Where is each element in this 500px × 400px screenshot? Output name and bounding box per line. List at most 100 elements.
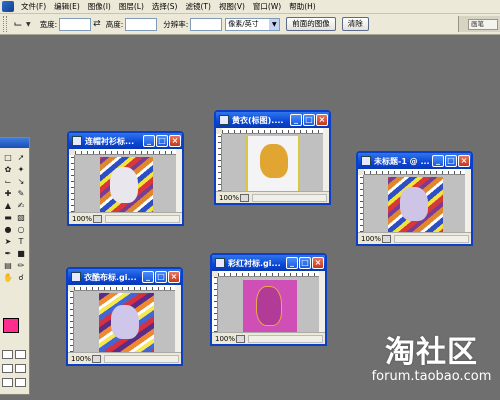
maximize-button[interactable]: □ — [299, 257, 311, 269]
move-icon[interactable]: ➚ — [15, 152, 27, 163]
horizontal-scrollbar[interactable] — [104, 354, 179, 363]
jump-to-imageready-icon[interactable] — [2, 378, 13, 387]
tool-preset-dropdown-icon[interactable]: ▼ — [26, 21, 31, 28]
horizontal-scrollbar[interactable] — [105, 214, 180, 223]
vertical-scrollbar[interactable] — [176, 149, 182, 212]
document-canvas[interactable] — [74, 291, 175, 355]
notes-icon[interactable]: ▤ — [2, 260, 14, 271]
standard-mode-icon[interactable] — [2, 350, 13, 359]
document-canvas[interactable] — [222, 134, 323, 193]
menu-help[interactable]: 帮助(H) — [285, 1, 320, 12]
resolution-unit-select[interactable]: 像素/英寸 ▼ — [225, 17, 281, 31]
document-canvas[interactable] — [218, 277, 319, 335]
zoom-level[interactable]: 100% — [69, 215, 93, 223]
close-button[interactable]: × — [312, 257, 324, 269]
horizontal-scrollbar[interactable] — [394, 234, 469, 243]
lasso-icon[interactable]: ✿ — [2, 164, 14, 175]
minimize-button[interactable]: _ — [432, 155, 444, 167]
toolbox-header[interactable] — [0, 138, 29, 148]
status-menu-icon[interactable] — [93, 214, 102, 223]
close-button[interactable]: × — [168, 271, 180, 283]
maximize-button[interactable]: □ — [155, 271, 167, 283]
hand-icon[interactable]: ✋ — [2, 272, 14, 283]
slice-icon[interactable]: ↘ — [15, 176, 27, 187]
marquee-icon[interactable]: □ — [2, 152, 14, 163]
options-bar-grip[interactable] — [3, 16, 7, 32]
maximize-button[interactable]: □ — [303, 114, 315, 126]
resolution-input[interactable] — [190, 17, 223, 31]
minimize-button[interactable]: _ — [142, 271, 154, 283]
close-button[interactable]: × — [169, 135, 181, 147]
eyedropper-icon[interactable]: ✏ — [15, 260, 27, 271]
minimize-button[interactable]: _ — [286, 257, 298, 269]
document-window[interactable]: 未标题-1 @ ... _ □ × 100% — [356, 151, 473, 246]
document-canvas[interactable] — [364, 175, 465, 235]
dodge-icon[interactable]: ○ — [15, 224, 27, 235]
status-menu-icon[interactable] — [240, 193, 249, 202]
zoom-icon[interactable]: ☌ — [15, 272, 27, 283]
gradient-icon[interactable]: ▧ — [15, 212, 27, 223]
document-canvas[interactable] — [75, 155, 176, 217]
document-window[interactable]: 黄衣(标图).... _ □ × 100% — [214, 110, 331, 205]
close-button[interactable]: × — [458, 155, 470, 167]
close-button[interactable]: × — [316, 114, 328, 126]
document-window[interactable]: 彩红衬标.gi... _ □ × 100% — [210, 253, 327, 346]
photoshop-app-icon[interactable] — [2, 1, 14, 12]
clear-button[interactable]: 清除 — [341, 17, 369, 31]
menu-select[interactable]: 选择(S) — [148, 1, 182, 12]
menu-window[interactable]: 窗口(W) — [249, 1, 285, 12]
quick-mask-icon[interactable] — [15, 350, 26, 359]
document-titlebar[interactable]: 未标题-1 @ ... _ □ × — [358, 153, 471, 169]
horizontal-scrollbar[interactable] — [248, 334, 323, 343]
palette-tab-brushes[interactable]: 画笔 — [468, 19, 498, 30]
brush-icon[interactable]: ✎ — [15, 188, 27, 199]
path-select-icon[interactable]: ➤ — [2, 236, 14, 247]
document-window[interactable]: 连帽衬衫标... _ □ × 100% — [67, 131, 184, 226]
document-titlebar[interactable]: 衣酷布标.gi... _ □ × — [68, 269, 181, 285]
status-menu-icon[interactable] — [236, 334, 245, 343]
history-brush-icon[interactable]: ✍ — [15, 200, 27, 211]
menu-image[interactable]: 图像(I) — [84, 1, 115, 12]
eraser-icon[interactable]: ▬ — [2, 212, 14, 223]
magic-wand-icon[interactable]: ✦ — [15, 164, 27, 175]
zoom-level[interactable]: 100% — [358, 235, 382, 243]
height-input[interactable] — [125, 17, 158, 31]
minimize-button[interactable]: _ — [290, 114, 302, 126]
blur-icon[interactable]: ● — [2, 224, 14, 235]
menu-filter[interactable]: 滤镜(T) — [182, 1, 215, 12]
menu-view[interactable]: 视图(V) — [215, 1, 249, 12]
status-menu-icon[interactable] — [382, 234, 391, 243]
jump-extra-icon[interactable] — [15, 378, 26, 387]
screen-mode-full-icon[interactable] — [15, 364, 26, 373]
zoom-level[interactable]: 100% — [68, 355, 92, 363]
vertical-scrollbar[interactable] — [465, 169, 471, 232]
minimize-button[interactable]: _ — [143, 135, 155, 147]
healing-icon[interactable]: ✚ — [2, 188, 14, 199]
zoom-level[interactable]: 100% — [216, 194, 240, 202]
vertical-scrollbar[interactable] — [323, 128, 329, 191]
pen-icon[interactable]: ✒ — [2, 248, 14, 259]
screen-mode-standard-icon[interactable] — [2, 364, 13, 373]
crop-icon[interactable]: ⌙ — [2, 176, 14, 187]
menu-layer[interactable]: 图层(L) — [115, 1, 148, 12]
document-titlebar[interactable]: 连帽衬衫标... _ □ × — [69, 133, 182, 149]
menu-file[interactable]: 文件(F) — [17, 1, 50, 12]
maximize-button[interactable]: □ — [445, 155, 457, 167]
front-image-button[interactable]: 前面的图像 — [286, 17, 336, 31]
width-input[interactable] — [59, 17, 92, 31]
document-titlebar[interactable]: 彩红衬标.gi... _ □ × — [212, 255, 325, 271]
document-window[interactable]: 衣酷布标.gi... _ □ × 100% — [66, 267, 183, 366]
maximize-button[interactable]: □ — [156, 135, 168, 147]
foreground-color-swatch[interactable] — [3, 318, 19, 333]
zoom-level[interactable]: 100% — [212, 335, 236, 343]
stamp-icon[interactable]: ▲ — [2, 200, 14, 211]
status-menu-icon[interactable] — [92, 354, 101, 363]
shape-icon[interactable]: ■ — [15, 248, 27, 259]
swap-icon[interactable]: ⇄ — [93, 19, 101, 29]
crop-icon[interactable]: ⌙ — [10, 17, 26, 31]
document-titlebar[interactable]: 黄衣(标图).... _ □ × — [216, 112, 329, 128]
menu-edit[interactable]: 编辑(E) — [50, 1, 84, 12]
type-icon[interactable]: T — [15, 236, 27, 247]
vertical-scrollbar[interactable] — [319, 271, 325, 332]
horizontal-scrollbar[interactable] — [252, 193, 327, 202]
